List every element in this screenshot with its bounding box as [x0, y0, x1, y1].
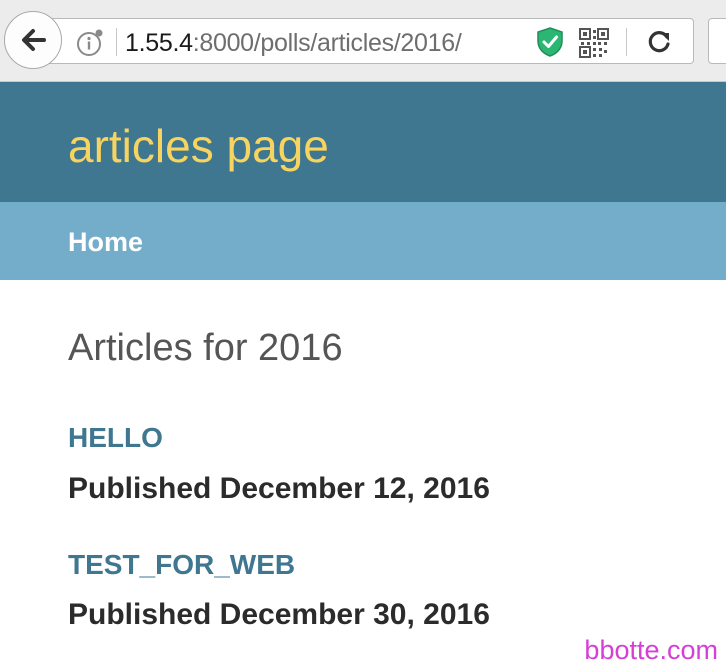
address-divider [116, 28, 117, 56]
nav-home-link[interactable]: Home [68, 225, 143, 259]
qr-code-icon[interactable] [579, 28, 609, 58]
reload-icon [648, 31, 670, 53]
url-host: 1.55.4 [125, 29, 193, 57]
site-title: articles page [68, 120, 329, 172]
back-button[interactable] [4, 11, 62, 69]
url-text[interactable]: 1.55.4:8000/polls/articles/2016/ [125, 27, 462, 59]
back-arrow-icon [22, 29, 46, 51]
article-published-date: Published December 30, 2016 [68, 598, 490, 631]
shield-check-icon[interactable] [535, 26, 565, 58]
page-heading: Articles for 2016 [68, 327, 343, 369]
address-divider-2 [626, 28, 627, 56]
article-published-date: Published December 12, 2016 [68, 472, 490, 505]
article-title-link[interactable]: TEST_FOR_WEB [68, 548, 295, 582]
site-info-icon[interactable] [75, 28, 105, 58]
watermark-text: bbotte.com [584, 635, 718, 665]
article-title-link[interactable]: HELLO [68, 421, 163, 455]
url-path: :8000/polls/articles/2016/ [192, 29, 462, 57]
search-field[interactable] [708, 18, 726, 64]
reload-button[interactable] [644, 27, 674, 57]
